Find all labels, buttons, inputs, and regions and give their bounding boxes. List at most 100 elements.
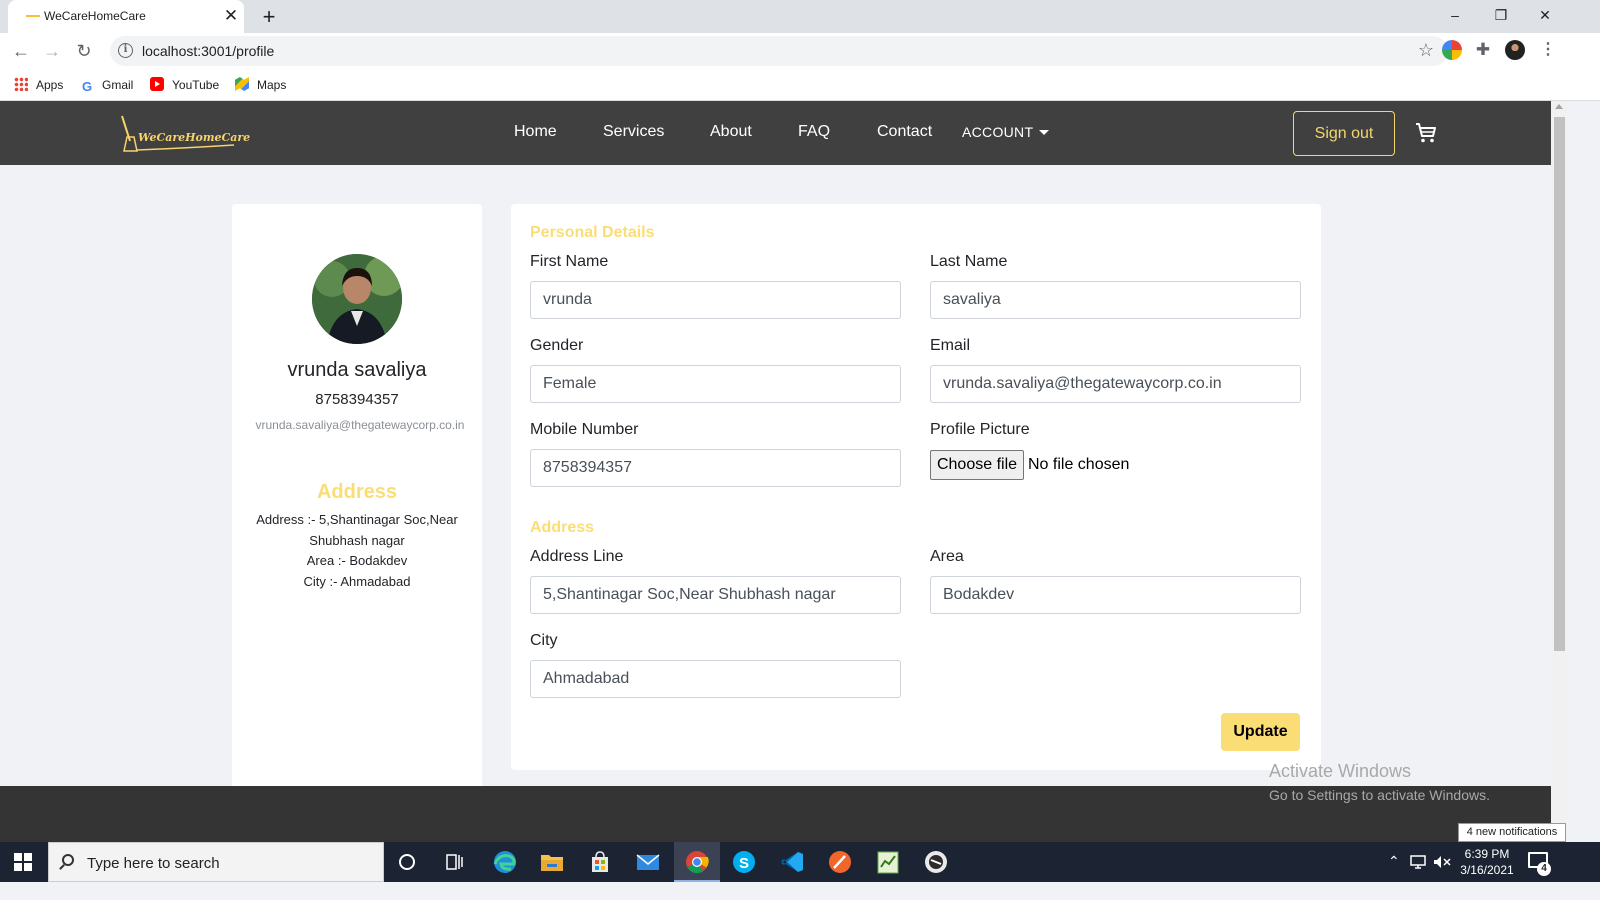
profile-summary-card: vrunda savaliya 8758394357 vrunda.savali… (232, 204, 482, 804)
youtube-icon (150, 77, 164, 91)
sign-out-button[interactable]: Sign out (1293, 111, 1395, 156)
profile-email: vrunda.savaliya@thegatewaycorp.co.in (255, 418, 465, 432)
tab-title: WeCareHomeCare (44, 9, 146, 23)
tray-chevron-icon[interactable]: ⌃ (1388, 853, 1400, 870)
last-name-input[interactable] (930, 281, 1301, 319)
address-line-label: Address Line (530, 548, 624, 565)
city-line: City :- Ahmadabad (303, 574, 411, 589)
extensions-puzzle-icon[interactable]: ✚ (1473, 40, 1493, 60)
clock-time: 6:39 PM (1464, 847, 1510, 861)
profile-name: vrunda savaliya (287, 359, 427, 381)
spreadsheet-app-icon[interactable] (868, 847, 908, 877)
notification-count-badge: 4 (1537, 862, 1551, 876)
edge-browser-icon[interactable] (485, 847, 525, 877)
scrollbar-thumb[interactable] (1554, 117, 1565, 651)
update-button[interactable]: Update (1221, 713, 1300, 751)
close-window-button[interactable]: ✕ (1522, 0, 1568, 30)
nav-services-link[interactable]: Services (603, 123, 664, 141)
file-explorer-icon[interactable] (532, 847, 572, 877)
first-name-input[interactable] (530, 281, 901, 319)
cart-icon[interactable] (1414, 121, 1438, 145)
volume-muted-icon[interactable] (1432, 854, 1452, 870)
taskbar-search-box[interactable]: Type here to search (48, 842, 384, 882)
network-icon[interactable] (1408, 854, 1428, 870)
chrome-icon[interactable] (677, 847, 717, 877)
site-logo[interactable]: WeCareHomeCare (118, 115, 251, 153)
browser-menu-icon[interactable]: ⋮ (1540, 39, 1556, 59)
browser-tab-strip: WeCareHomeCare ✕ + – ❐ ✕ (0, 0, 1600, 33)
file-status-text: No file chosen (1028, 456, 1130, 473)
profile-phone: 8758394357 (315, 391, 399, 408)
area-input[interactable] (930, 576, 1301, 614)
bookmark-star-icon[interactable]: ☆ (1418, 40, 1434, 61)
address-section-heading: Address (530, 519, 595, 536)
activate-windows-title: Activate Windows (1269, 761, 1412, 781)
address-heading: Address (316, 481, 398, 503)
area-label: Area (930, 548, 964, 565)
gender-label: Gender (530, 337, 584, 354)
forward-arrow-icon[interactable]: → (38, 37, 66, 65)
skype-icon[interactable]: S (724, 847, 764, 877)
email-input[interactable] (930, 365, 1301, 403)
postman-icon[interactable] (916, 847, 956, 877)
windows-start-icon[interactable] (14, 853, 32, 871)
minimize-button[interactable]: – (1432, 0, 1478, 30)
logo-text: WeCareHomeCare (138, 131, 251, 144)
vscode-icon[interactable] (772, 847, 812, 877)
scroll-up-icon[interactable] (1555, 104, 1563, 109)
bookmark-apps[interactable]: Apps (14, 75, 63, 95)
task-view-icon[interactable] (434, 847, 474, 877)
taskbar-clock[interactable]: 6:39 PM 3/16/2021 (1455, 846, 1519, 878)
nav-home-link[interactable]: Home (514, 123, 557, 141)
tab-favicon-icon (26, 15, 40, 17)
last-name-label: Last Name (930, 253, 1008, 270)
cortana-icon[interactable] (387, 847, 427, 877)
activate-windows-subtitle: Go to Settings to activate Windows. (1269, 787, 1490, 803)
mail-icon[interactable] (628, 847, 668, 877)
city-label: City (530, 632, 558, 649)
search-placeholder: Type here to search (87, 855, 220, 872)
nav-about-link[interactable]: About (710, 123, 752, 141)
choose-file-button[interactable]: Choose file (930, 450, 1024, 480)
personal-details-heading: Personal Details (530, 224, 655, 241)
address-line: Address :- 5,Shantinagar Soc,Near (256, 512, 458, 527)
caret-down-icon (1039, 130, 1050, 135)
restore-button[interactable]: ❐ (1478, 0, 1524, 30)
nav-faq-link[interactable]: FAQ (798, 123, 830, 141)
site-info-icon[interactable]: i (118, 43, 133, 58)
bookmark-youtube[interactable]: YouTube (150, 75, 219, 95)
clock-date: 3/16/2021 (1460, 863, 1514, 877)
reload-icon[interactable]: ↻ (70, 37, 98, 65)
back-arrow-icon[interactable]: ← (7, 37, 35, 65)
svg-text:S: S (739, 855, 749, 872)
tab-close-icon[interactable]: ✕ (221, 6, 241, 26)
new-tab-button[interactable]: + (256, 4, 282, 30)
address-line-input[interactable] (530, 576, 901, 614)
google-icon: G (81, 79, 93, 94)
profile-avatar-icon[interactable] (1505, 40, 1525, 60)
apps-grid-icon (14, 77, 28, 91)
city-input[interactable] (530, 660, 901, 698)
area-line: Area :- Bodakdev (306, 553, 408, 568)
page-viewport: WeCareHomeCare Home Services About FAQ C… (0, 101, 1551, 842)
address-bar[interactable]: i localhost:3001/profile ☆ (110, 36, 1448, 66)
maps-icon (235, 77, 249, 91)
url-text[interactable]: localhost:3001/profile (142, 43, 274, 59)
browser-tab[interactable]: WeCareHomeCare ✕ (8, 0, 244, 33)
nav-contact-link[interactable]: Contact (877, 123, 932, 141)
account-dropdown[interactable]: ACCOUNT (962, 124, 1050, 140)
site-navbar: WeCareHomeCare Home Services About FAQ C… (0, 101, 1551, 165)
browser-toolbar: ← → ↻ i localhost:3001/profile ☆ ✚ ⋮ (0, 33, 1600, 69)
mobile-input[interactable] (530, 449, 901, 487)
bookmarks-bar: Apps G Gmail YouTube Maps (0, 69, 1600, 101)
first-name-label: First Name (530, 253, 609, 270)
page-scrollbar[interactable] (1551, 101, 1568, 842)
address-line: Shubhash nagar (309, 533, 405, 548)
bookmark-maps[interactable]: Maps (235, 75, 286, 95)
color-extension-icon[interactable] (1442, 40, 1462, 60)
profile-edit-form: Personal Details First Name Last Name Ge… (511, 204, 1321, 770)
microsoft-store-icon[interactable] (580, 847, 620, 877)
bookmark-gmail[interactable]: G Gmail (80, 75, 133, 95)
gender-input[interactable] (530, 365, 901, 403)
paint-app-icon[interactable] (820, 847, 860, 877)
